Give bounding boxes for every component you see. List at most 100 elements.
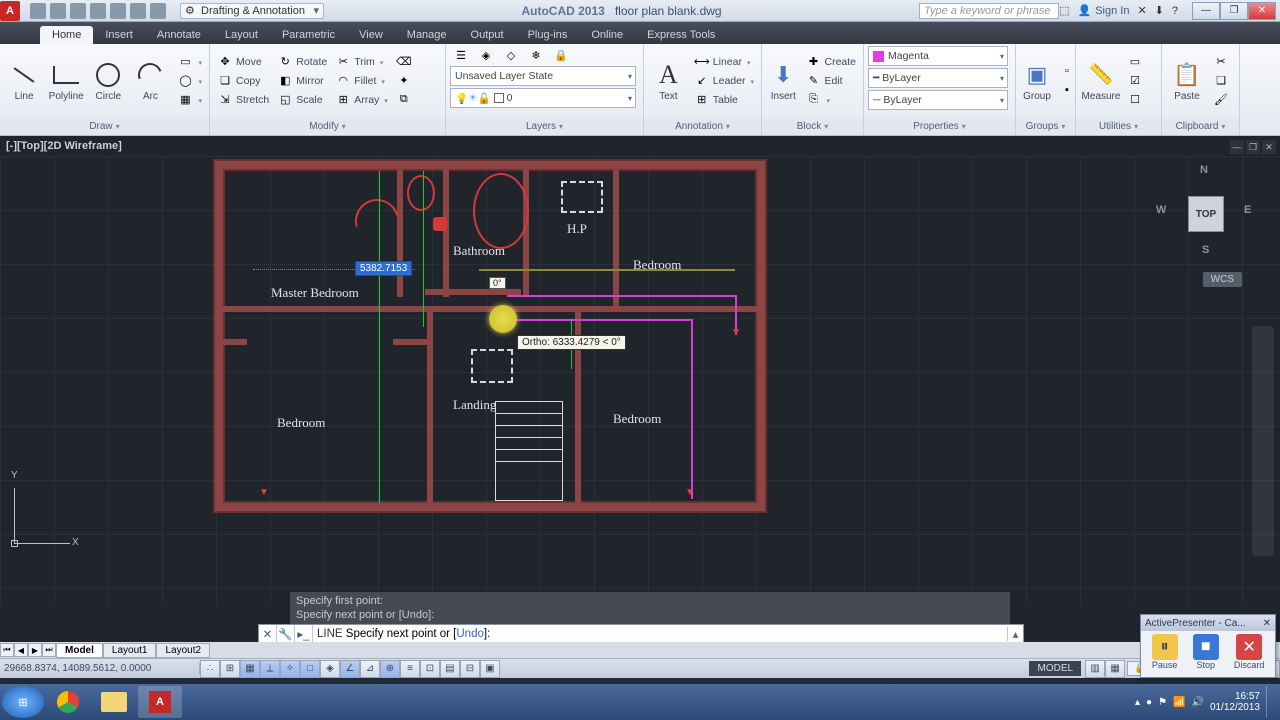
qat-plot-icon[interactable]: [110, 3, 126, 19]
tab-layout1[interactable]: Layout1: [103, 643, 157, 658]
palette-title[interactable]: ActivePresenter - Ca...✕: [1141, 615, 1275, 631]
viewcube-west[interactable]: W: [1156, 204, 1166, 216]
ellipse-button[interactable]: ◯: [175, 72, 206, 90]
paste-button[interactable]: 📋Paste: [1166, 58, 1208, 104]
insert-button[interactable]: ⬇Insert: [766, 58, 800, 104]
pause-button[interactable]: ⏸Pause: [1152, 634, 1178, 670]
measure-button[interactable]: 📏Measure: [1080, 58, 1122, 104]
maximize-button[interactable]: ❐: [1220, 2, 1248, 20]
3dosnap-toggle[interactable]: ◈: [320, 660, 340, 678]
offset-button[interactable]: ⧉: [393, 91, 415, 109]
cmd-recent-icon[interactable]: ▴: [1007, 627, 1023, 641]
model-space-button[interactable]: MODEL: [1029, 661, 1081, 676]
create-button[interactable]: ✚Create: [802, 53, 859, 71]
panel-utilities-title[interactable]: Utilities: [1076, 117, 1161, 135]
grid-toggle[interactable]: ▦: [240, 660, 260, 678]
start-button[interactable]: ⊞: [2, 686, 44, 718]
viewport-label[interactable]: [-][Top][2D Wireframe]: [6, 140, 122, 152]
stretch-button[interactable]: ⇲Stretch: [214, 91, 272, 109]
palette-close-icon[interactable]: ✕: [1263, 618, 1271, 629]
scale-button[interactable]: ◱Scale: [274, 91, 330, 109]
panel-annotation-title[interactable]: Annotation: [644, 117, 761, 135]
layer-off-button[interactable]: ◇: [500, 46, 522, 64]
ortho-toggle[interactable]: ⟂: [260, 660, 280, 678]
lwt-toggle[interactable]: ≡: [400, 660, 420, 678]
layout-next[interactable]: ▶: [28, 643, 42, 657]
viewcube-east[interactable]: E: [1244, 204, 1251, 216]
exchange-icon[interactable]: ✕: [1137, 4, 1146, 17]
selectall-button[interactable]: ☐: [1124, 91, 1146, 109]
edit-attr-button[interactable]: ⎘: [802, 91, 859, 109]
tab-model[interactable]: Model: [56, 643, 103, 658]
command-text[interactable]: LINE Specify next point or [Undo]:: [313, 628, 1007, 640]
tab-view[interactable]: View: [347, 26, 395, 44]
quickview-layouts[interactable]: ▥: [1085, 660, 1105, 678]
edit-button[interactable]: ✎Edit: [802, 72, 859, 90]
polar-toggle[interactable]: ✧: [280, 660, 300, 678]
tab-manage[interactable]: Manage: [395, 26, 459, 44]
infer-toggle[interactable]: ∴: [200, 660, 220, 678]
layer-freeze-button[interactable]: ❄: [525, 46, 547, 64]
panel-clipboard-title[interactable]: Clipboard: [1162, 117, 1239, 135]
qat-undo-icon[interactable]: [130, 3, 146, 19]
text-button[interactable]: AText: [648, 58, 689, 104]
copyclip-button[interactable]: ❏: [1210, 72, 1232, 90]
tab-expresstools[interactable]: Express Tools: [635, 26, 727, 44]
qp-toggle[interactable]: ▤: [440, 660, 460, 678]
cmd-option[interactable]: Undo: [456, 628, 484, 640]
tray-show-hidden-icon[interactable]: ▴: [1135, 697, 1140, 708]
tray-volume-icon[interactable]: 🔊: [1191, 697, 1203, 708]
panel-groups-title[interactable]: Groups: [1016, 117, 1075, 135]
close-button[interactable]: ✕: [1248, 2, 1276, 20]
leader-button[interactable]: ↙Leader: [691, 72, 757, 90]
layer-iso-button[interactable]: ◈: [475, 46, 497, 64]
panel-modify-title[interactable]: Modify: [210, 117, 445, 135]
group-button[interactable]: ▣Group: [1020, 58, 1054, 104]
vp-close[interactable]: ✕: [1262, 140, 1276, 154]
layer-lock-button[interactable]: 🔒: [550, 46, 572, 64]
activepresenter-palette[interactable]: ActivePresenter - Ca...✕ ⏸Pause ■Stop ✕D…: [1140, 614, 1276, 678]
snap-toggle[interactable]: ⊞: [220, 660, 240, 678]
tpy-toggle[interactable]: ⊡: [420, 660, 440, 678]
am-toggle[interactable]: ▣: [480, 660, 500, 678]
taskbar-chrome[interactable]: [46, 686, 90, 718]
rotate-button[interactable]: ↻Rotate: [274, 53, 330, 71]
array-button[interactable]: ⊞Array: [332, 91, 391, 109]
layout-first[interactable]: ⏮: [0, 643, 14, 657]
panel-properties-title[interactable]: Properties: [864, 117, 1015, 135]
qat-redo-icon[interactable]: [150, 3, 166, 19]
quickview-dwg[interactable]: ▦: [1105, 660, 1125, 678]
panel-layers-title[interactable]: Layers: [446, 117, 643, 135]
taskbar-autocad[interactable]: A: [138, 686, 182, 718]
ungroup-button[interactable]: ▫: [1056, 62, 1078, 80]
navigation-bar[interactable]: [1252, 326, 1274, 556]
signin-button[interactable]: 👤 Sign In: [1077, 4, 1129, 17]
tab-parametric[interactable]: Parametric: [270, 26, 347, 44]
copy-button[interactable]: ❏Copy: [214, 72, 272, 90]
layout-last[interactable]: ⏭: [42, 643, 56, 657]
layer-current-combo[interactable]: 💡☀🔓0: [450, 88, 636, 108]
trim-button[interactable]: ✂Trim: [332, 53, 391, 71]
tray-network-icon[interactable]: 📶: [1173, 697, 1185, 708]
drawing-viewport[interactable]: [-][Top][2D Wireframe] — ❐ ✕: [0, 136, 1280, 658]
ducs-toggle[interactable]: ⊿: [360, 660, 380, 678]
qat-open-icon[interactable]: [50, 3, 66, 19]
groupedit-button[interactable]: ▪: [1056, 81, 1078, 99]
fillet-button[interactable]: ◠Fillet: [332, 72, 391, 90]
layout-prev[interactable]: ◀: [14, 643, 28, 657]
tab-layout[interactable]: Layout: [213, 26, 270, 44]
cmd-close-icon[interactable]: ✕: [259, 625, 277, 643]
qat-new-icon[interactable]: [30, 3, 46, 19]
table-button[interactable]: ⊞Table: [691, 91, 757, 109]
vp-minimize[interactable]: —: [1230, 140, 1244, 154]
cmd-customize-icon[interactable]: 🔧: [277, 625, 295, 643]
taskbar-explorer[interactable]: [92, 686, 136, 718]
linear-button[interactable]: ⟷Linear: [691, 53, 757, 71]
select-button[interactable]: ▭: [1124, 53, 1146, 71]
quickselect-button[interactable]: ☑: [1124, 72, 1146, 90]
viewcube-north[interactable]: N: [1200, 164, 1208, 176]
workspace-switcher[interactable]: Drafting & Annotation: [180, 3, 324, 19]
qat-save-icon[interactable]: [70, 3, 86, 19]
tab-layout2[interactable]: Layout2: [156, 643, 210, 658]
viewcube-south[interactable]: S: [1202, 244, 1209, 256]
